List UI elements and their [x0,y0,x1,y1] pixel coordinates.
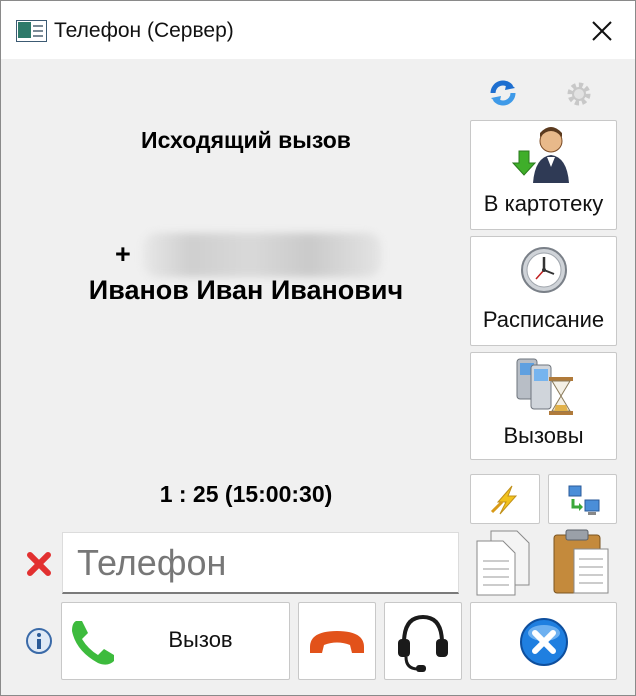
phone-number-prefix: + [115,239,131,269]
close-icon[interactable] [586,15,618,47]
switch-device-button[interactable] [548,474,617,524]
to-card-label: В картотеку [483,191,604,216]
refresh-icon[interactable] [487,77,519,109]
paste-clipboard-icon[interactable] [550,527,612,597]
call-button-label: Вызов [168,627,233,652]
clear-red-x-icon[interactable] [25,550,53,578]
info-icon[interactable] [25,627,53,655]
transfer-button[interactable] [470,474,540,524]
window-title: Телефон (Сервер) [54,19,234,42]
lightning-arrow-icon [490,485,518,515]
settings-gear-icon[interactable] [563,77,595,109]
app-icon [16,20,47,42]
calls-label: Вызовы [503,423,584,448]
hang-up-button[interactable] [298,602,376,680]
to-card-button[interactable]: В картотеку [470,120,617,230]
schedule-button[interactable]: Расписание [470,236,617,346]
close-window-button[interactable] [470,602,617,680]
call-duration: 1 : 25 (15:00:30) [159,481,333,507]
hang-up-handset-icon [310,631,364,653]
phones-hourglass-icon [516,358,573,415]
headset-button[interactable] [384,602,462,680]
caller-name: Иванов Иван Иванович [88,275,404,305]
calls-button[interactable]: Вызовы [470,352,617,460]
phone-handset-green-icon [72,621,114,665]
headset-icon [398,614,448,672]
call-direction-label: Исходящий вызов [141,127,351,153]
phone-window: Телефон (Сервер) Исходящий вызов + Ивано… [0,0,636,696]
contact-person-icon [511,127,569,183]
call-button[interactable]: Вызов [61,602,290,680]
phone-number-redacted [143,233,381,277]
schedule-label: Расписание [482,307,605,332]
title-bar: Телефон (Сервер) [1,1,635,59]
phone-number-input[interactable] [62,532,459,594]
clock-icon [521,247,567,293]
copy-icon[interactable] [473,527,533,597]
network-computers-icon [568,485,600,515]
close-circle-blue-icon [520,618,568,666]
